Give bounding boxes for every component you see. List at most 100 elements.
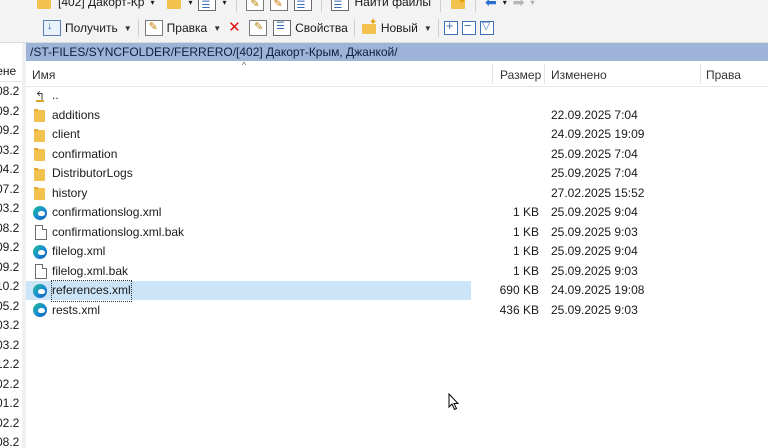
- root-icon[interactable]: [245, 0, 264, 14]
- left-row[interactable]: 08.2: [0, 219, 22, 239]
- refresh-icon[interactable]: [293, 0, 312, 14]
- left-row[interactable]: 05.2: [0, 297, 22, 317]
- left-row[interactable]: 04.2: [0, 160, 22, 180]
- left-row[interactable]: 12.2: [0, 355, 22, 375]
- filter-icon[interactable]: [479, 19, 494, 35]
- file-name: DistributorLogs: [52, 166, 133, 180]
- file-list: .. additions 22.09.2025 7:04 client 24.09.20…: [26, 86, 768, 320]
- file-name: filelog.xml: [52, 244, 106, 258]
- find-files-button[interactable]: Найти файлы: [355, 0, 431, 13]
- file-size: 1 KB: [512, 205, 539, 219]
- rename-icon: [249, 20, 268, 36]
- left-row[interactable]: 02.2: [0, 375, 22, 395]
- column-modified[interactable]: Изменено: [551, 62, 607, 86]
- column-size[interactable]: Размер: [500, 62, 541, 86]
- left-file-panel: мене 08.2 09.2 09.2 03.2 04.2 07.2 03.2 …: [0, 43, 23, 448]
- edge-xml-icon: [32, 244, 48, 260]
- file-modified: 27.02.2025 15:52: [551, 185, 645, 200]
- find-icon[interactable]: [330, 0, 349, 14]
- chevron-down-icon[interactable]: ▾: [188, 0, 192, 13]
- home-icon[interactable]: [269, 0, 288, 14]
- properties-label: Свойства: [295, 21, 348, 35]
- sync-icon[interactable]: [450, 0, 466, 12]
- select-files-plus-icon[interactable]: [443, 18, 458, 35]
- file-row[interactable]: history 27.02.2025 15:52: [26, 184, 768, 204]
- file-name: references.xml: [51, 280, 132, 302]
- file-row[interactable]: filelog.xml 1 KB 25.09.2025 9:04: [26, 242, 768, 262]
- left-row[interactable]: 03.2: [0, 316, 22, 336]
- open-folder-icon[interactable]: [166, 0, 182, 11]
- tab-label[interactable]: [402] Дакорт-Кр: [58, 0, 144, 13]
- properties-icon: [273, 20, 292, 36]
- path-bar[interactable]: /ST-FILES/SYNCFOLDER/FERRERO/[402] Дакор…: [26, 43, 768, 61]
- new-label: Новый: [380, 21, 418, 35]
- file-name: client: [52, 127, 81, 141]
- left-row[interactable]: 02.2: [0, 414, 22, 434]
- column-rights[interactable]: Права: [706, 62, 741, 86]
- file-row[interactable]: DistributorLogs 25.09.2025 7:04: [26, 164, 768, 184]
- left-row[interactable]: 09.2: [0, 121, 22, 141]
- file-modified: 25.09.2025 7:04: [551, 146, 638, 161]
- file-row[interactable]: confirmationslog.xml.bak 1 KB 25.09.2025 9…: [26, 223, 768, 243]
- unselect-files-minus-icon[interactable]: [461, 18, 476, 35]
- new-folder-icon: [361, 17, 377, 36]
- left-row[interactable]: 10.2: [0, 277, 22, 297]
- file-row[interactable]: rests.xml 436 KB 25.09.2025 9:03: [26, 301, 768, 321]
- new-button[interactable]: Новый ▼: [358, 17, 435, 38]
- edge-xml-icon: [32, 283, 48, 299]
- left-row[interactable]: 03.2: [0, 199, 22, 219]
- forward-arrow-icon[interactable]: ➡: [513, 0, 525, 13]
- edge-xml-icon: [32, 205, 48, 221]
- file-row[interactable]: confirmationslog.xml 1 KB 25.09.2025 9:04: [26, 203, 768, 223]
- chevron-down-icon[interactable]: ▼: [124, 24, 132, 33]
- chevron-down-icon[interactable]: ▾: [150, 0, 154, 13]
- edit-button[interactable]: Правка ▼: [142, 18, 224, 38]
- left-row[interactable]: 08.2: [0, 82, 22, 102]
- up-folder-icon: [32, 87, 48, 107]
- file-row[interactable]: filelog.xml.bak 1 KB 25.09.2025 9:03: [26, 262, 768, 282]
- file-name: ..: [52, 88, 59, 102]
- left-row[interactable]: 01.2: [0, 394, 22, 414]
- file-row[interactable]: additions 22.09.2025 7:04: [26, 106, 768, 126]
- download-icon: [43, 20, 61, 36]
- document-icon: [32, 263, 48, 280]
- file-name: rests.xml: [52, 302, 100, 317]
- chevron-down-icon[interactable]: ▾: [530, 0, 534, 13]
- file-list-header: Имя ^ Размер Изменено Права: [26, 60, 768, 87]
- sort-up-icon: ^: [242, 60, 247, 70]
- properties-button[interactable]: Свойства: [270, 18, 351, 38]
- file-modified: 25.09.2025 7:04: [551, 166, 638, 180]
- rename-button[interactable]: [246, 18, 270, 38]
- column-name[interactable]: Имя: [32, 62, 55, 86]
- file-modified: 22.09.2025 7:04: [551, 107, 638, 122]
- document-icon: [32, 224, 48, 241]
- folder-icon: [32, 127, 48, 143]
- left-row[interactable]: 07.2: [0, 180, 22, 200]
- folder-icon: [32, 146, 48, 162]
- left-header-modified[interactable]: мене: [0, 61, 22, 82]
- left-row[interactable]: 09.2: [0, 258, 22, 278]
- file-row[interactable]: ..: [26, 86, 768, 107]
- get-button[interactable]: Получить ▼: [40, 18, 135, 38]
- left-row[interactable]: 08.2: [0, 433, 22, 448]
- file-name: additions: [52, 107, 101, 122]
- delete-button[interactable]: [224, 18, 246, 38]
- edit-icon: [144, 20, 163, 36]
- folder-icon: [32, 107, 48, 123]
- chevron-down-icon[interactable]: ▼: [424, 24, 432, 33]
- left-row[interactable]: 03.2: [0, 336, 22, 356]
- left-row[interactable]: 09.2: [0, 102, 22, 122]
- filter-icon[interactable]: [198, 0, 217, 14]
- chevron-down-icon[interactable]: ▼: [213, 24, 221, 33]
- file-size: 436 KB: [499, 302, 539, 317]
- file-row[interactable]: references.xml 690 KB 24.09.2025 19:08: [26, 280, 768, 302]
- file-row[interactable]: confirmation 25.09.2025 7:04: [26, 145, 768, 165]
- file-row[interactable]: client 24.09.2025 19:09: [26, 125, 768, 145]
- chevron-down-icon[interactable]: ▾: [222, 0, 226, 13]
- left-row[interactable]: 09.2: [0, 238, 22, 258]
- file-size: 1 KB: [512, 244, 539, 258]
- left-row[interactable]: 03.2: [0, 141, 22, 161]
- chevron-down-icon[interactable]: ▾: [503, 0, 507, 13]
- file-name: confirmationslog.xml: [52, 205, 162, 219]
- back-arrow-icon[interactable]: ⬅: [485, 0, 497, 13]
